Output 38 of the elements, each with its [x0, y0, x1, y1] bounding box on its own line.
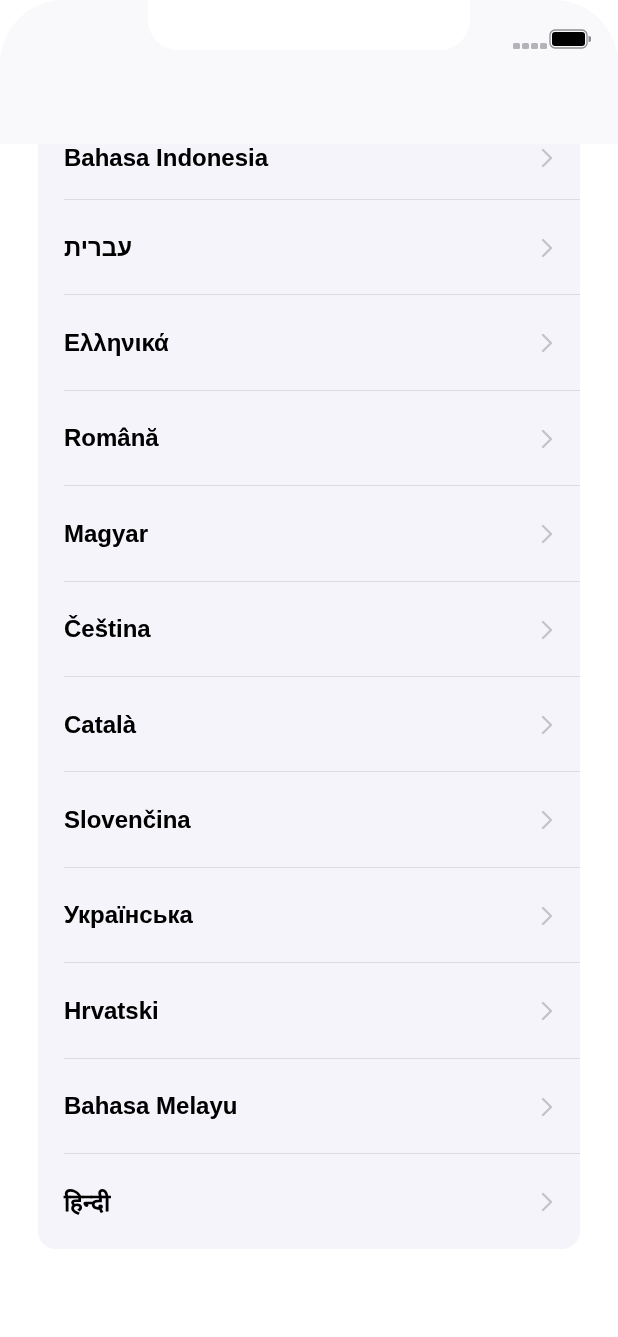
language-name: Українська — [64, 901, 193, 930]
language-row[interactable]: Ελληνικά — [38, 295, 580, 391]
language-name: Magyar — [64, 519, 149, 548]
language-row[interactable]: Română — [38, 390, 580, 487]
chevron-icon — [541, 714, 553, 735]
language-name: Română — [64, 424, 159, 453]
chevron-icon — [541, 810, 553, 831]
language-row[interactable]: Bahasa Indonesia — [38, 144, 580, 200]
language-name: עברית — [64, 233, 132, 262]
language-name: Bahasa Indonesia — [64, 144, 269, 172]
signal-icon — [512, 42, 548, 50]
language-row[interactable]: עברית — [38, 200, 580, 296]
language-name: Català — [64, 710, 137, 739]
language-name: Čeština — [64, 615, 151, 644]
language-row[interactable]: Українська — [38, 867, 580, 964]
language-name: Ελληνικά — [64, 329, 169, 358]
chevron-icon — [541, 1191, 553, 1212]
language-row[interactable]: Català — [38, 676, 580, 773]
chevron-icon — [541, 524, 553, 545]
language-row[interactable]: Slovenčina — [38, 772, 580, 868]
language-name: Hrvatski — [64, 996, 159, 1025]
language-row[interactable]: Magyar — [38, 486, 580, 582]
chevron-icon — [541, 148, 553, 168]
chevron-icon — [541, 428, 553, 449]
battery-icon — [549, 29, 591, 49]
chevron-icon — [541, 333, 553, 354]
chevron-icon — [541, 1096, 553, 1117]
language-row[interactable]: Čeština — [38, 581, 580, 677]
language-name: Bahasa Melayu — [64, 1092, 238, 1121]
language-row[interactable]: हिन्दी — [38, 1153, 580, 1250]
language-row[interactable]: Bahasa Melayu — [38, 1058, 580, 1154]
language-name: Slovenčina — [64, 806, 191, 835]
chevron-icon — [541, 905, 553, 926]
language-row[interactable]: Hrvatski — [38, 963, 580, 1059]
chevron-icon — [541, 619, 553, 640]
language-name: हिन्दी — [64, 1188, 110, 1219]
chevron-icon — [541, 238, 553, 258]
chevron-icon — [541, 1001, 553, 1022]
